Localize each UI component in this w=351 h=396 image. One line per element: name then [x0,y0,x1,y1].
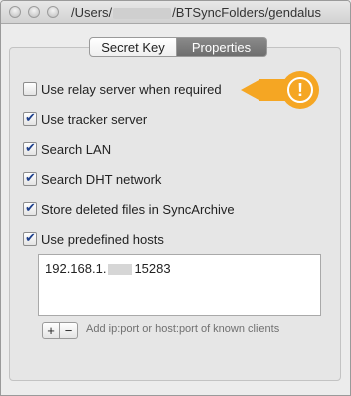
redacted-username [113,8,172,20]
relay-server-checkbox[interactable] [23,82,37,96]
hosts-list[interactable]: 192.168.1. 15283 [38,254,321,316]
search-lan-checkbox[interactable] [23,140,37,156]
titlebar: /Users/ /BTSyncFolders/gendalus [1,1,350,24]
window: /Users/ /BTSyncFolders/gendalus Secret Ke… [0,0,351,396]
add-host-hint: Add ip:port or host:port of known client… [86,323,280,335]
warning-arrow [241,79,261,101]
warning-callout: ! [241,71,319,109]
search-dht-checkbox[interactable] [23,170,37,186]
option-tracker-server[interactable]: Use tracker server [23,110,147,128]
title-prefix: /Users/ [71,5,113,20]
option-store-deleted[interactable]: Store deleted files in SyncArchive [23,200,235,218]
predefined-hosts-label: Use predefined hosts [41,231,164,247]
host-entry-prefix: 192.168.1. [45,261,107,276]
tab-secret-key[interactable]: Secret Key [89,37,177,57]
warning-icon[interactable]: ! [281,71,319,109]
tab-bar: Secret Key Properties [89,37,267,57]
add-host-button[interactable]: + [42,322,60,339]
relay-server-label: Use relay server when required [41,81,222,97]
exclamation-icon: ! [287,77,313,103]
tracker-server-checkbox[interactable] [23,110,37,126]
window-title: /Users/ /BTSyncFolders/gendalus [71,5,350,20]
search-lan-label: Search LAN [41,141,112,157]
remove-host-button[interactable]: − [60,322,78,339]
title-suffix: /BTSyncFolders/gendalus [172,5,322,20]
tab-properties[interactable]: Properties [177,37,267,57]
search-dht-label: Search DHT network [41,171,162,187]
tracker-server-label: Use tracker server [41,111,148,127]
option-search-dht[interactable]: Search DHT network [23,170,161,188]
store-deleted-label: Store deleted files in SyncArchive [41,201,235,217]
host-entry-suffix: 15283 [134,261,171,276]
predefined-hosts-checkbox[interactable] [23,230,37,246]
option-relay-server[interactable]: Use relay server when required [23,80,222,98]
window-controls [9,6,59,18]
host-entry[interactable]: 192.168.1. 15283 [45,261,171,276]
close-window-button[interactable] [9,6,21,18]
store-deleted-checkbox[interactable] [23,200,37,216]
option-predefined-hosts[interactable]: Use predefined hosts [23,230,164,248]
option-search-lan[interactable]: Search LAN [23,140,111,158]
zoom-window-button[interactable] [47,6,59,18]
redacted-host-octet [108,264,133,276]
minimize-window-button[interactable] [28,6,40,18]
